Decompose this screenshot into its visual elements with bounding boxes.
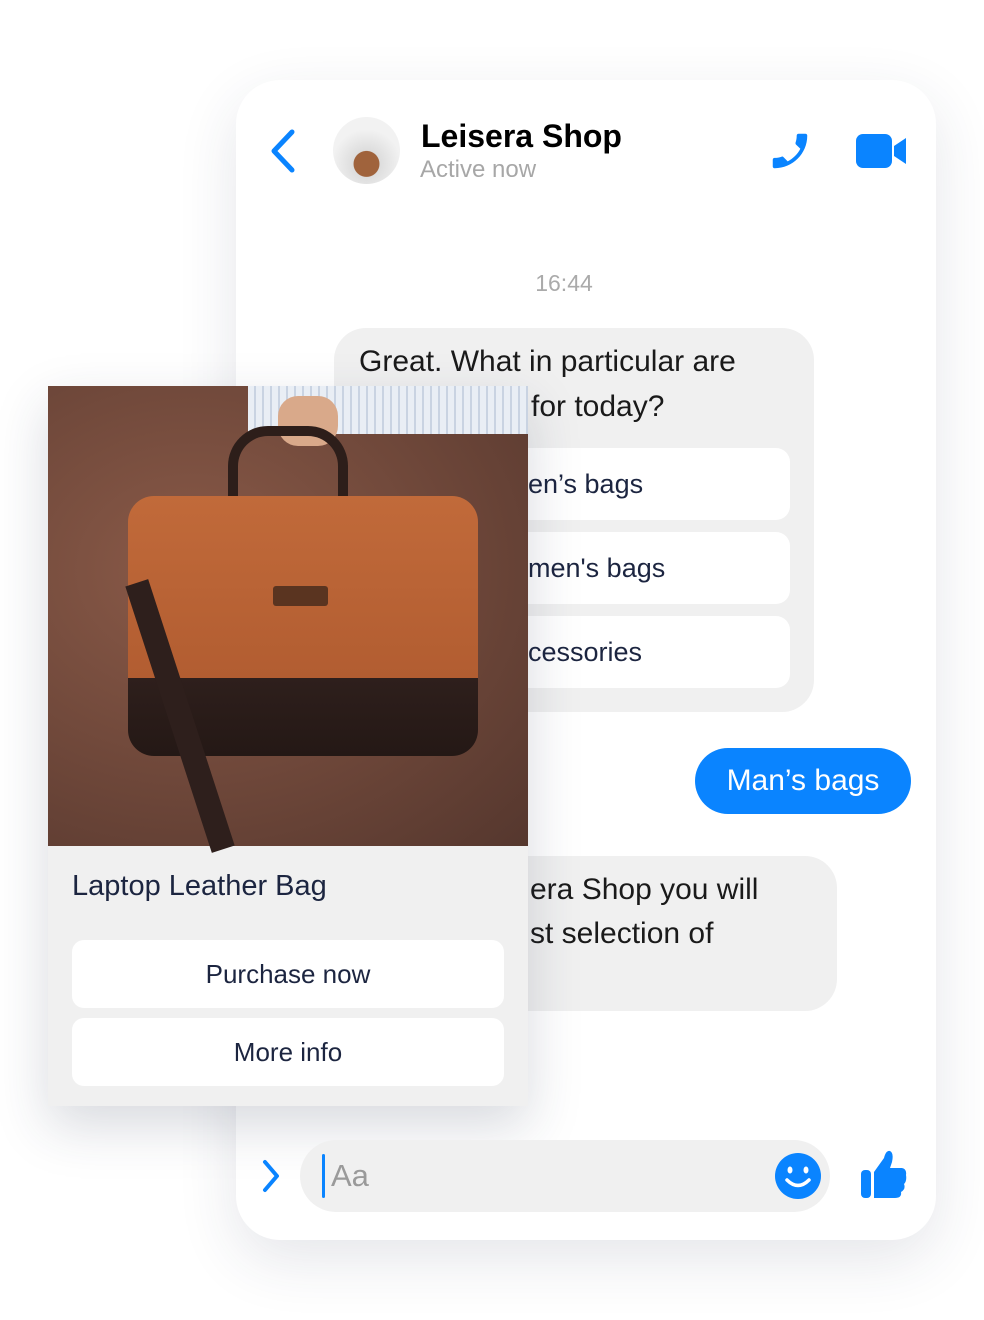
chat-title: Leisera Shop: [421, 118, 622, 154]
product-title: Laptop Leather Bag: [72, 870, 327, 902]
bot-message-line: era Shop you will: [530, 873, 759, 906]
quick-reply-label: en’s bags: [528, 469, 644, 499]
user-message-bubble: Man’s bags: [695, 748, 911, 814]
quick-reply-label: cessories: [528, 637, 643, 667]
back-chevron-icon[interactable]: [268, 128, 298, 174]
bot-message-line: Great. What in particular are: [359, 345, 736, 378]
shop-avatar[interactable]: [333, 117, 400, 184]
timestamp: 16:44: [535, 270, 593, 296]
video-call-icon[interactable]: [854, 132, 908, 170]
input-placeholder: Aa: [331, 1158, 369, 1193]
thumbs-up-icon[interactable]: [860, 1148, 908, 1200]
emoji-icon[interactable]: [774, 1152, 822, 1200]
quick-reply-label: men's bags: [528, 553, 666, 583]
bot-message-line: st selection of: [530, 917, 714, 950]
message-input[interactable]: Aa: [300, 1140, 830, 1212]
expand-chevron-icon[interactable]: [260, 1158, 282, 1194]
more-info-button[interactable]: More info: [72, 1018, 504, 1086]
purchase-now-button[interactable]: Purchase now: [72, 940, 504, 1008]
product-image[interactable]: [48, 386, 528, 853]
text-cursor: [322, 1154, 325, 1198]
phone-icon[interactable]: [766, 128, 814, 174]
product-card: Laptop Leather Bag Purchase now More inf…: [48, 386, 528, 1106]
active-status: Active now: [420, 156, 537, 183]
bot-message-line: for today?: [531, 390, 665, 423]
